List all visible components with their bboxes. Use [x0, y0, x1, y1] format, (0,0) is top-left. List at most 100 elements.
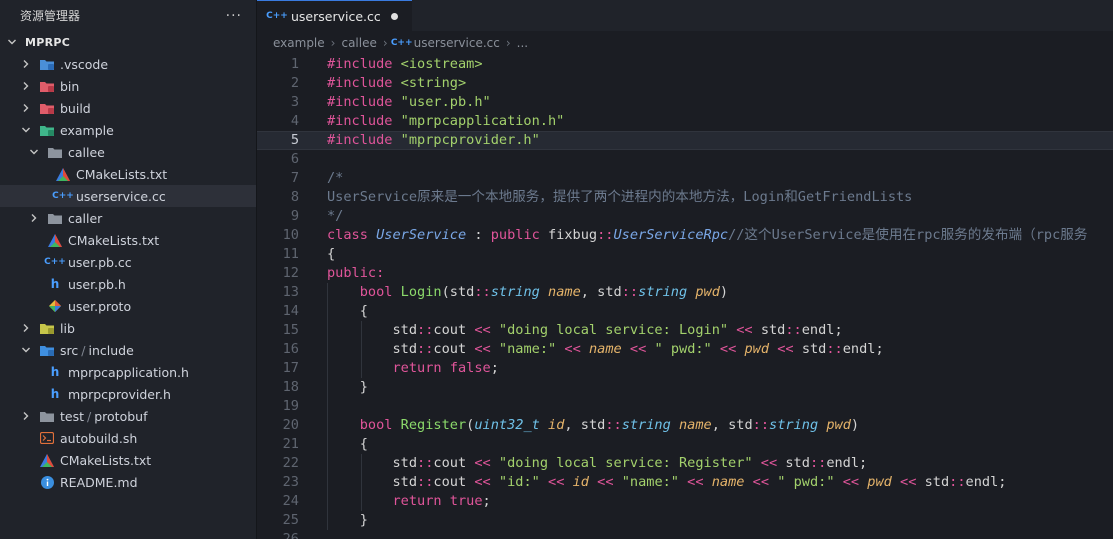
- tree-item-cmakelists-txt[interactable]: CMakeLists.txt: [0, 229, 256, 251]
- indent-guide: [327, 340, 328, 359]
- code-line[interactable]: 16 std::cout << "name:" << name << " pwd…: [257, 340, 1113, 359]
- header-icon: h: [50, 277, 60, 291]
- code-token: <<: [891, 474, 925, 490]
- cmake-icon: [39, 453, 55, 467]
- code-token: id: [572, 474, 589, 490]
- code-token: UserServiceRpc: [613, 227, 729, 243]
- code-token: #include: [327, 56, 401, 72]
- code-token: public: [490, 227, 548, 243]
- chevron-right-icon: [20, 103, 32, 113]
- tree-item-mprpcapplication-h[interactable]: h mprpcapplication.h: [0, 361, 256, 383]
- folder-blue-icon: [39, 343, 55, 357]
- tree-item-label: bin: [60, 78, 80, 94]
- tree-item-user-proto[interactable]: user.proto: [0, 295, 256, 317]
- code-text: #include "user.pb.h": [301, 93, 491, 112]
- code-line[interactable]: 18 }: [257, 378, 1113, 397]
- tree-item-example[interactable]: example: [0, 119, 256, 141]
- code-token: <<: [474, 322, 499, 338]
- more-actions-icon[interactable]: ···: [226, 8, 242, 24]
- code-line[interactable]: 10 class UserService : public fixbug::Use…: [257, 226, 1113, 245]
- tab-userservice[interactable]: C++ userservice.cc: [257, 0, 412, 31]
- code-token: public:: [327, 265, 385, 281]
- chevron-right-icon: [20, 81, 32, 91]
- tree-item-readme-md[interactable]: README.md: [0, 471, 256, 493]
- tree-item-caller[interactable]: caller: [0, 207, 256, 229]
- code-editor[interactable]: 1 #include <iostream> 2 #include <string> 3 #…: [257, 55, 1113, 539]
- indent-guide: [327, 321, 328, 340]
- code-token: <<: [728, 322, 761, 338]
- code-line[interactable]: 2 #include <string>: [257, 74, 1113, 93]
- code-line[interactable]: 3 #include "user.pb.h": [257, 93, 1113, 112]
- code-line[interactable]: 20 bool Register(uint32_t id, std::strin…: [257, 416, 1113, 435]
- code-token: <<: [744, 474, 778, 490]
- tree-item-label: src: [60, 342, 79, 358]
- code-token: #include: [327, 113, 401, 129]
- code-line[interactable]: 13 bool Login(std::string name, std::str…: [257, 283, 1113, 302]
- code-line[interactable]: 12 public:: [257, 264, 1113, 283]
- cpp-icon: C++: [266, 11, 288, 21]
- code-line[interactable]: 11 {: [257, 245, 1113, 264]
- path-separator: /: [81, 342, 86, 358]
- code-line[interactable]: 19: [257, 397, 1113, 416]
- breadcrumb-symbol[interactable]: ...: [517, 36, 528, 50]
- code-line[interactable]: 14 {: [257, 302, 1113, 321]
- tree-item-lib[interactable]: lib: [0, 317, 256, 339]
- code-line[interactable]: 1 #include <iostream>: [257, 55, 1113, 74]
- tree-item-user-pb-h[interactable]: h user.pb.h: [0, 273, 256, 295]
- editor-area: C++ userservice.cc example › callee › C+…: [257, 0, 1113, 539]
- line-number: 4: [290, 113, 299, 129]
- code-token: <<: [474, 455, 499, 471]
- unsaved-dot-icon[interactable]: [390, 12, 398, 20]
- code-token: id: [548, 417, 565, 433]
- code-token: name: [588, 341, 622, 357]
- indent-guide: [360, 359, 362, 378]
- line-number: 16: [282, 341, 299, 357]
- tree-item-cmakelists-txt[interactable]: CMakeLists.txt: [0, 163, 256, 185]
- line-number: 1: [290, 56, 299, 72]
- breadcrumb-callee[interactable]: callee: [341, 36, 376, 50]
- code-line[interactable]: 17 return false;: [257, 359, 1113, 378]
- code-line[interactable]: 25 }: [257, 511, 1113, 530]
- tree-item-bin[interactable]: bin: [0, 75, 256, 97]
- tree-item-label: CMakeLists.txt: [68, 232, 160, 248]
- tree-item-src[interactable]: src / include: [0, 339, 256, 361]
- code-text: {: [301, 302, 368, 321]
- tree-item-test[interactable]: test / protobuf: [0, 405, 256, 427]
- code-line[interactable]: 8 UserService原来是一个本地服务，提供了两个进程内的本地方法，Logi…: [257, 188, 1113, 207]
- line-number: 19: [282, 398, 299, 414]
- code-text: std::cout << "name:" << name << " pwd:" …: [301, 340, 884, 359]
- code-line[interactable]: 15 std::cout << "doing local service: Lo…: [257, 321, 1113, 340]
- code-line[interactable]: 23 std::cout << "id:" << id << "name:" <…: [257, 473, 1113, 492]
- workspace-root[interactable]: MPRPC: [0, 31, 256, 53]
- code-line[interactable]: 5 #include "mprpcprovider.h": [257, 131, 1113, 150]
- tree-item-callee[interactable]: callee: [0, 141, 256, 163]
- code-line[interactable]: 7 /*: [257, 169, 1113, 188]
- tree-item-userservice-cc[interactable]: C++ userservice.cc: [0, 185, 256, 207]
- tree-item-autobuild-sh[interactable]: autobuild.sh: [0, 427, 256, 449]
- chevron-right-icon: ›: [505, 36, 511, 50]
- code-token: name: [548, 284, 581, 300]
- tree-item-build[interactable]: build: [0, 97, 256, 119]
- code-token: */: [327, 208, 344, 224]
- code-line[interactable]: 6: [257, 150, 1113, 169]
- code-line[interactable]: 21 {: [257, 435, 1113, 454]
- tree-item-label: userservice.cc: [76, 188, 166, 204]
- code-token: fixbug: [548, 227, 598, 243]
- code-token: {: [359, 436, 368, 452]
- file-tree: .vscode bin build example callee CMakeLists.t…: [0, 53, 256, 493]
- code-line[interactable]: 24 return true;: [257, 492, 1113, 511]
- line-number: 6: [290, 151, 299, 167]
- code-token: , std: [580, 284, 622, 300]
- tree-item-cmakelists-txt[interactable]: CMakeLists.txt: [0, 449, 256, 471]
- tree-item--vscode[interactable]: .vscode: [0, 53, 256, 75]
- breadcrumb-file[interactable]: userservice.cc: [414, 36, 500, 50]
- tree-item-mprpcprovider-h[interactable]: h mprpcprovider.h: [0, 383, 256, 405]
- code-line[interactable]: 9 */: [257, 207, 1113, 226]
- breadcrumb-example[interactable]: example: [273, 36, 325, 50]
- code-text: */: [301, 207, 343, 226]
- code-line[interactable]: 4 #include "mprpcapplication.h": [257, 112, 1113, 131]
- tree-item-user-pb-cc[interactable]: C++ user.pb.cc: [0, 251, 256, 273]
- code-line[interactable]: 22 std::cout << "doing local service: Re…: [257, 454, 1113, 473]
- code-line[interactable]: 26: [257, 530, 1113, 539]
